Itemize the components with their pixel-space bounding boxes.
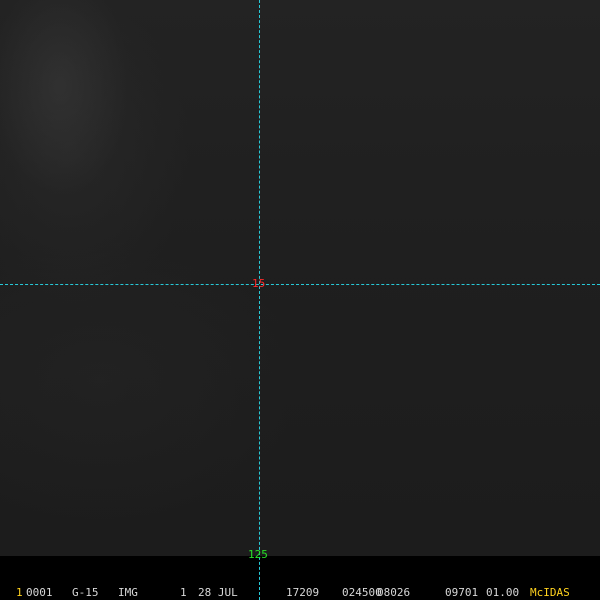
satellite-name: G-15 [72,586,99,599]
image-sequence: 0001 [26,586,53,599]
latitude-label: 15 [252,277,266,290]
latitude-gridline [0,284,600,285]
longitude-label: 125 [248,548,268,561]
image-date: 28 JUL [198,586,238,599]
image-element: 09701 [445,586,479,599]
image-time: 024500 [342,586,382,599]
image-status-bar: 1 0001 G-15 IMG 1 28 JUL 17209 024500 08… [0,586,600,600]
image-type: IMG [118,586,138,599]
band-number: 1 [180,586,187,599]
longitude-gridline [259,0,260,600]
image-resolution: 01.00 [486,586,520,599]
satellite-image-frame: 15 125 1 0001 G-15 IMG 1 28 JUL 17209 02… [0,0,600,600]
frame-number: 1 [16,586,23,599]
image-line: 08026 [377,586,411,599]
satellite-imagery [0,0,600,556]
julian-day: 17209 [286,586,320,599]
mcidas-brand: McIDAS [530,586,570,599]
